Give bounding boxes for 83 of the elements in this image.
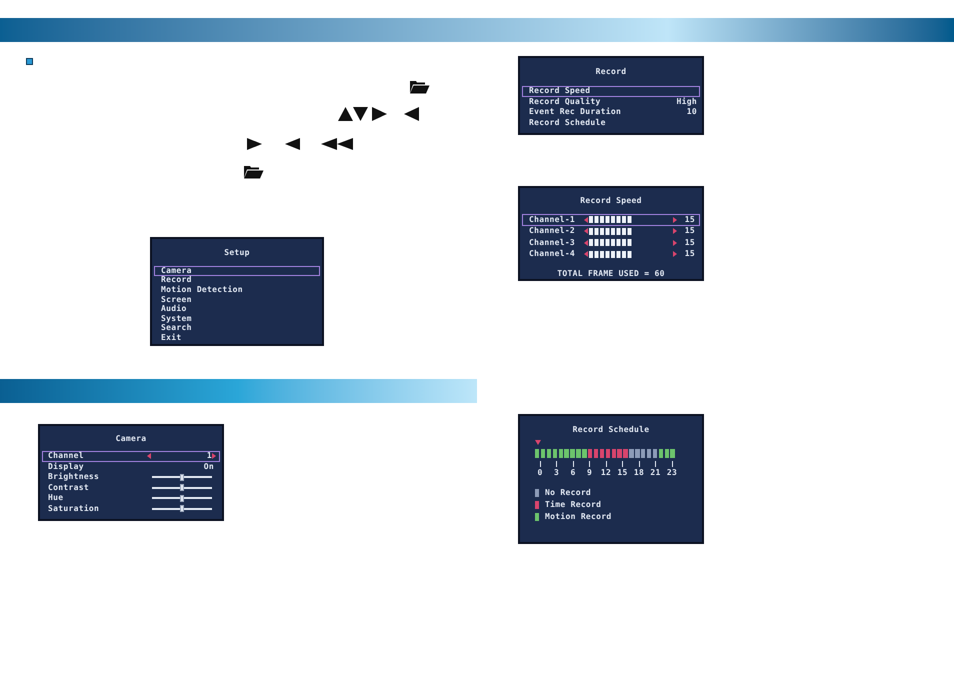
menu-item[interactable]: Event Rec Duration 10 [522,107,700,118]
slider-thumb[interactable] [180,505,184,512]
slider-thumb[interactable] [180,484,184,492]
hour-label: 15 [617,469,628,477]
settings-row[interactable]: Display On [42,462,220,472]
setting-label: Contrast [48,484,89,492]
hour-label: 21 [650,469,661,477]
legend-label: Time Record [545,501,602,509]
menu-item[interactable]: Record [154,276,320,286]
left-arrow-icon [404,107,419,121]
channel-row[interactable]: Channel-1 15 [522,214,700,226]
screen-title: Record [596,68,626,76]
settings-row[interactable]: Hue [42,493,220,504]
slider-thumb[interactable] [180,494,184,502]
folder-icon [409,80,430,94]
channel-row[interactable]: Channel-4 15 [522,248,700,260]
slider-thumb[interactable] [180,474,184,481]
menu-item[interactable]: Exit [154,333,320,343]
channel-label: Channel-2 [529,227,576,236]
legend-label: No Record [545,489,592,497]
setting-label: Brightness [48,473,100,482]
menu-value: High [676,98,697,106]
slider[interactable] [152,505,212,512]
hour-label: 6 [570,469,576,477]
setting-label: Saturation [48,504,100,513]
folder-icon [243,165,264,179]
slider[interactable] [152,494,212,502]
right-arrow-icon [212,453,216,460]
settings-row[interactable]: Contrast [42,482,220,493]
setting-label: Display [48,462,84,471]
legend-label: Motion Record [545,513,612,521]
hour-label: 3 [554,469,560,477]
setting-label: Channel [48,452,84,460]
menu-label: Record Speed [529,87,590,96]
channel-row[interactable]: Channel-2 15 [522,226,700,237]
menu-item[interactable]: Screen [154,294,320,304]
cursor-icon [535,440,541,445]
down-arrow-icon [353,107,368,121]
menu-item[interactable]: Audio [154,304,320,314]
menu-item[interactable]: Motion Detection [154,285,320,295]
channel-value: 15 [684,216,695,224]
menu-label: Record Schedule [529,118,606,127]
bullet-icon [26,58,33,65]
hour-label: 0 [537,469,543,477]
menu-item[interactable]: Record Quality High [522,96,700,107]
menu-value: 10 [686,108,697,116]
left-arrow-icon [285,138,300,150]
setting-value: 1 [206,452,212,460]
right-arrow-icon [372,107,387,121]
channel-row[interactable]: Channel-3 15 [522,237,700,248]
screen-title: Setup [224,249,250,257]
settings-row[interactable]: Brightness [42,472,220,482]
screen-title: Camera [116,435,146,443]
channel-value: 15 [684,250,695,258]
left-arrow-icon [146,453,151,460]
up-arrow-icon [338,107,353,121]
rewind-icon [321,138,353,150]
setting-label: Hue [48,494,64,502]
channel-label: Channel-3 [529,238,576,247]
menu-label: Event Rec Duration [529,108,622,116]
channel-value: 15 [684,238,695,247]
channel-label: Channel-1 [529,216,576,224]
settings-row[interactable]: Channel 1 [42,451,220,462]
hour-label: 9 [586,469,592,477]
slider[interactable] [152,474,212,481]
channel-label: Channel-4 [529,250,576,258]
setting-value: On [204,462,214,471]
total-frames-text: TOTAL FRAME USED = 60 [557,270,665,278]
menu-item[interactable]: Record Schedule [522,118,700,128]
hour-label: 18 [634,469,644,477]
screen-title: Record Speed [580,197,642,205]
slider[interactable] [152,484,212,492]
menu-item[interactable]: System [154,314,320,324]
hour-label: 23 [666,469,678,477]
play-icon [247,138,262,150]
settings-row[interactable]: Saturation [42,504,220,514]
menu-item[interactable]: Camera [154,266,320,276]
screen-title: Record Schedule [572,426,650,434]
menu-label: Record Quality [529,98,601,106]
menu-item[interactable]: Search [154,324,320,334]
channel-value: 15 [684,227,695,236]
menu-item[interactable]: Record Speed [522,86,700,96]
hour-label: 12 [600,469,612,477]
